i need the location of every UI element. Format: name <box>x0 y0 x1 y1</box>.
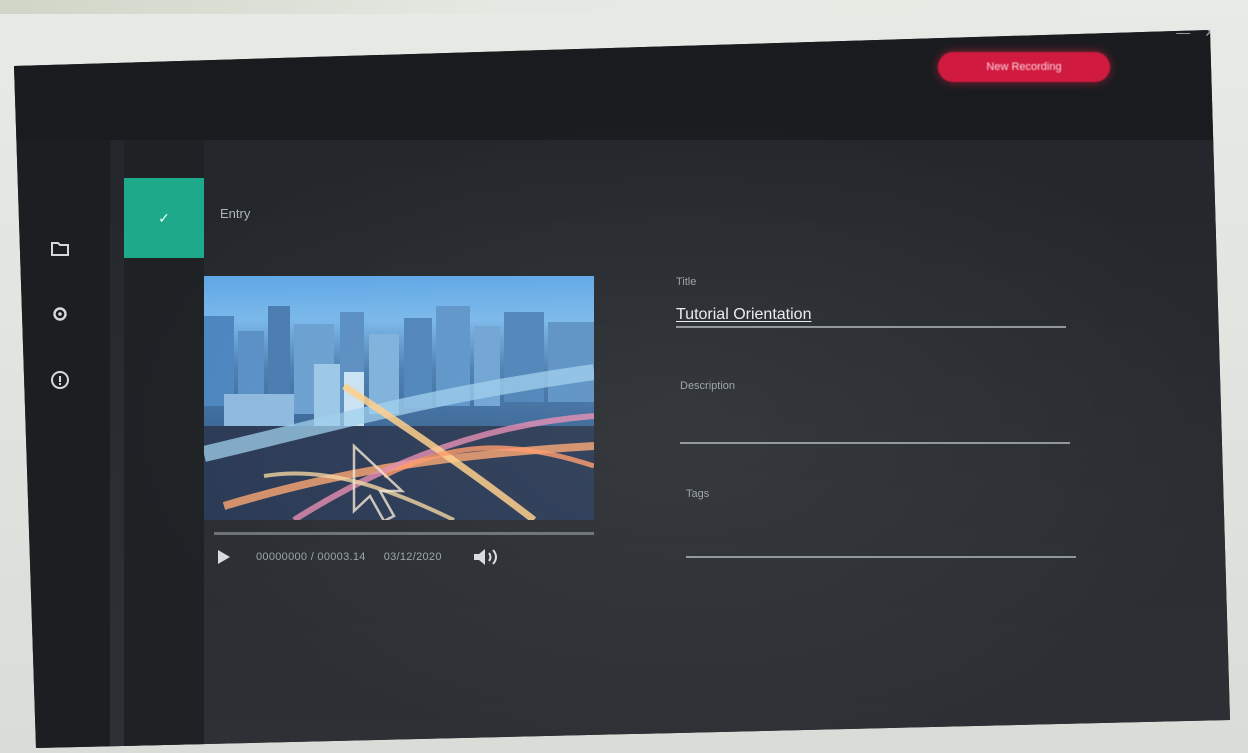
play-button[interactable] <box>214 547 234 567</box>
title-field[interactable] <box>676 306 1066 328</box>
main-content: ✓ Entry 00000000 / 00003.14 03/12/2020 T… <box>110 140 1230 748</box>
volume-button[interactable] <box>472 546 500 568</box>
folder-icon <box>51 242 69 256</box>
check-icon: ✓ <box>158 209 170 226</box>
video-frame[interactable] <box>204 276 594 520</box>
entry-check-tile[interactable]: ✓ <box>124 178 204 258</box>
entry-heading: Entry <box>220 206 251 221</box>
description-label: Description <box>680 380 736 392</box>
sidebar-item-info[interactable] <box>50 370 70 390</box>
title-label: Title <box>676 276 697 288</box>
tags-label: Tags <box>686 488 710 500</box>
sidebar-item-settings[interactable] <box>50 304 70 324</box>
info-icon <box>51 371 69 389</box>
recording-date: 03/12/2020 <box>383 551 442 563</box>
gear-icon <box>53 307 67 321</box>
window-controls: — ✕ <box>1176 30 1216 41</box>
minimize-button[interactable]: — <box>1176 30 1190 41</box>
new-recording-button[interactable]: New Recording <box>938 52 1110 82</box>
description-field[interactable] <box>680 422 1070 444</box>
video-progress-bar[interactable] <box>214 532 594 535</box>
player-controls: 00000000 / 00003.14 03/12/2020 <box>214 544 594 570</box>
screen-bezel <box>0 0 1248 14</box>
play-icon <box>218 550 230 564</box>
app-window: New Recording ✓ Entry 00000000 / 00003.1… <box>14 30 1230 748</box>
video-player: 00000000 / 00003.14 03/12/2020 <box>204 276 594 565</box>
timecode: 00000000 / 00003.14 <box>256 551 366 563</box>
city-thumbnail-image <box>204 306 594 520</box>
sidebar <box>14 140 110 748</box>
sidebar-item-files[interactable] <box>50 238 70 258</box>
close-button[interactable]: ✕ <box>1204 30 1216 41</box>
volume-icon <box>473 549 497 565</box>
title-bar: New Recording <box>14 30 1230 140</box>
tags-field[interactable] <box>686 536 1076 558</box>
